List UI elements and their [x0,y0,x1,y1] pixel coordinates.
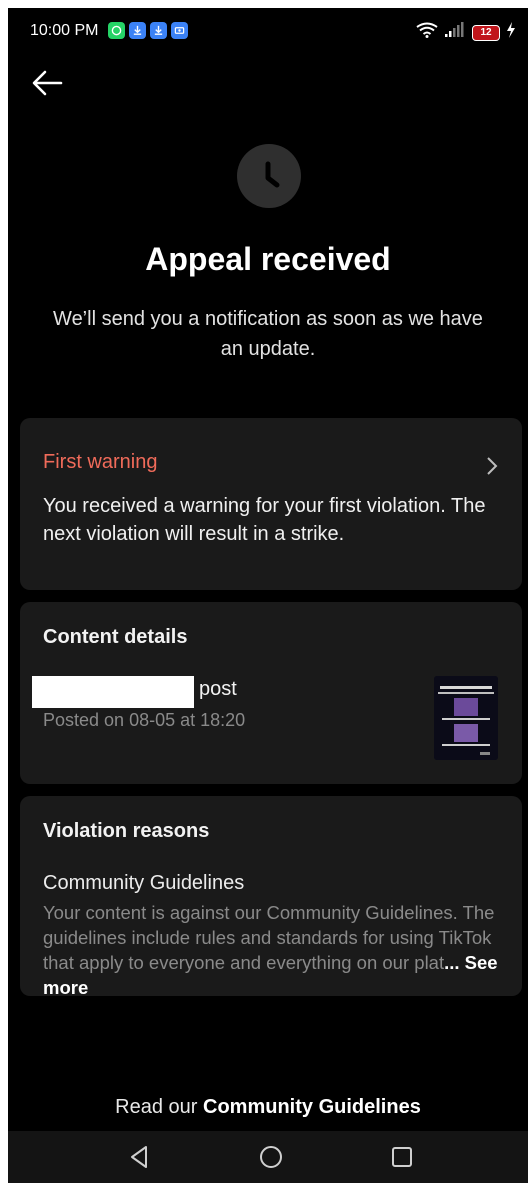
warning-title: First warning [43,451,158,473]
notification-icons [108,22,188,39]
download-icon [129,22,146,39]
warning-text: You received a warning for your first vi… [43,495,486,545]
guideline-name: Community Guidelines [43,872,245,894]
screen: 10:00 PM 12 Appeal received We’ll send y… [8,8,528,1183]
status-bar: 10:00 PM 12 [8,8,528,56]
back-button[interactable] [30,68,64,98]
content-details-title: Content details [43,626,188,648]
posted-date: Posted on 08-05 at 18:20 [43,710,246,730]
status-time: 10:00 PM [30,22,99,39]
download-icon [150,22,167,39]
charging-icon [506,22,516,43]
nav-recents-button[interactable] [388,1143,416,1171]
ellipsis: ... [444,952,460,973]
back-arrow-icon [32,70,63,96]
violation-description: Your content is against our Community Gu… [43,900,503,1000]
circle-home-icon [260,1146,282,1168]
post-thumbnail[interactable] [434,676,498,760]
battery-icon: 12 [472,24,500,41]
violation-reasons-title: Violation reasons [43,820,210,842]
page-title: Appeal received [145,241,391,277]
footer-prefix: Read our [115,1096,204,1118]
nav-home-button[interactable] [257,1143,285,1171]
footer-guidelines: Read our Community Guidelines [8,1096,528,1119]
community-guidelines-link[interactable]: Community Guidelines [203,1096,421,1118]
whatsapp-icon [108,22,125,39]
violation-description-text: Your content is against our Community Gu… [43,902,495,973]
media-icon [171,22,188,39]
clock-icon [237,144,301,208]
page-subtitle: We’ll send you a notification as soon as… [53,308,483,360]
first-warning-card[interactable]: First warning You received a warning for… [20,418,522,590]
triangle-back-icon [131,1146,147,1168]
chevron-right-icon [486,456,498,481]
content-details-card[interactable]: Content details post Posted on 08-05 at … [20,602,522,784]
status-right: 12 [416,22,516,43]
signal-icon [444,22,466,43]
redacted-username [32,676,194,708]
post-label: post [199,678,237,700]
wifi-icon [416,22,438,43]
nav-back-button[interactable] [126,1143,154,1171]
square-recents-icon [392,1147,412,1167]
system-nav-bar [8,1131,528,1183]
violation-reasons-card: Violation reasons Community Guidelines Y… [20,796,522,998]
